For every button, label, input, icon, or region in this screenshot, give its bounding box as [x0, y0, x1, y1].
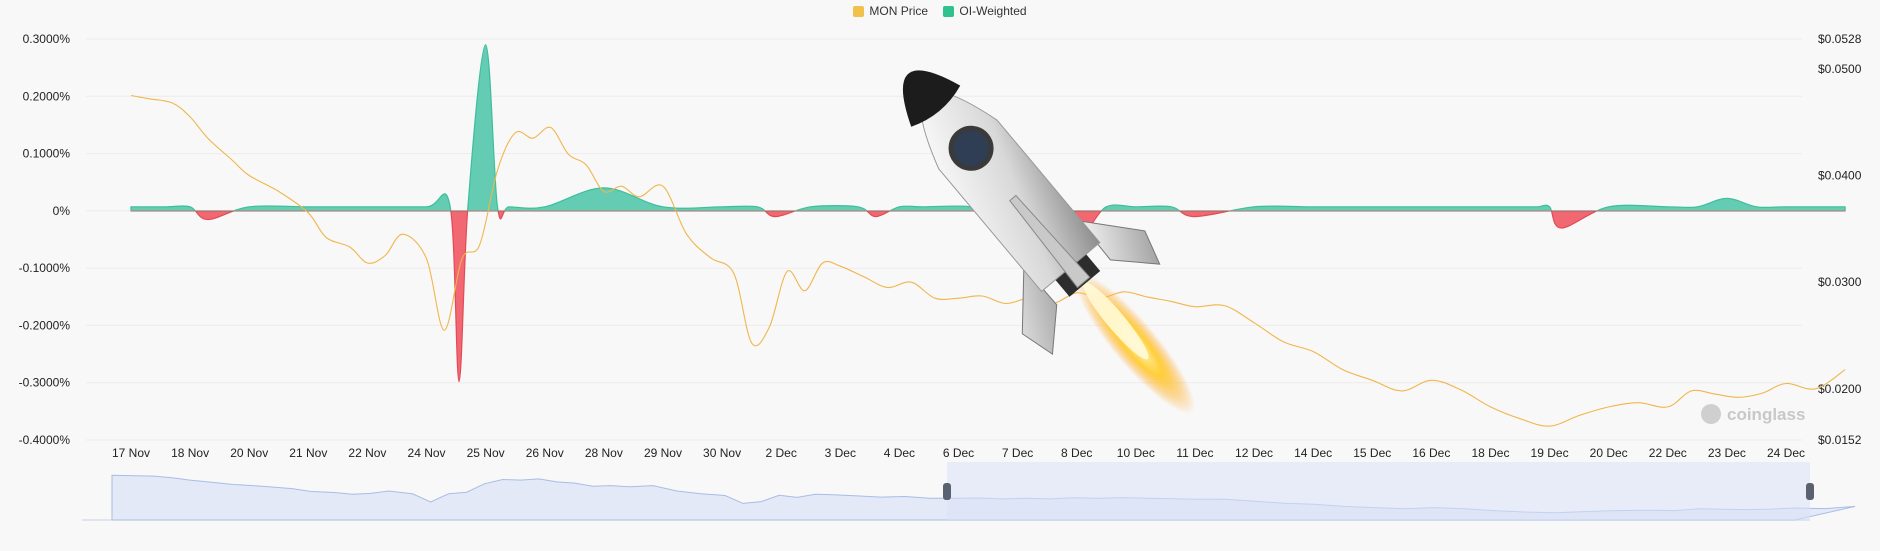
- x-axis-tick-label: 26 Nov: [526, 446, 564, 460]
- x-axis-tick-label: 10 Dec: [1117, 446, 1155, 460]
- x-axis-tick-label: 2 Dec: [765, 446, 796, 460]
- x-axis-tick-label: 4 Dec: [884, 446, 915, 460]
- right-axis-tick-label: $0.0200: [1818, 382, 1862, 396]
- coinglass-logo-icon: [1701, 404, 1721, 424]
- x-axis-tick-label: 24 Nov: [408, 446, 446, 460]
- x-axis-tick-label: 6 Dec: [943, 446, 974, 460]
- x-axis-tick-label: 19 Dec: [1531, 446, 1569, 460]
- x-axis-tick-label: 18 Nov: [171, 446, 209, 460]
- left-axis-tick-label: -0.1000%: [19, 261, 71, 275]
- x-axis-tick-label: 20 Dec: [1590, 446, 1628, 460]
- x-axis-tick-label: 3 Dec: [825, 446, 856, 460]
- left-axis-tick-label: 0%: [53, 204, 71, 218]
- right-axis-tick-label: $0.0400: [1818, 169, 1862, 183]
- left-axis-tick-label: -0.2000%: [19, 318, 71, 332]
- watermark: coinglass: [1701, 404, 1805, 424]
- right-axis-tick-label: $0.0300: [1818, 275, 1862, 289]
- x-axis-tick-label: 8 Dec: [1061, 446, 1092, 460]
- left-axis-tick-label: 0.1000%: [23, 147, 71, 161]
- x-axis-tick-label: 22 Nov: [348, 446, 386, 460]
- x-axis-tick-label: 24 Dec: [1767, 446, 1805, 460]
- x-axis-tick-label: 14 Dec: [1294, 446, 1332, 460]
- watermark-text: coinglass: [1727, 405, 1805, 424]
- x-axis-tick-label: 25 Nov: [467, 446, 505, 460]
- x-axis-tick-label: 15 Dec: [1353, 446, 1391, 460]
- navigator-selected-range: [947, 462, 1810, 520]
- left-axis-tick-label: 0.2000%: [23, 89, 71, 103]
- left-axis-tick-label: -0.3000%: [19, 376, 71, 390]
- x-axis-tick-label: 22 Dec: [1649, 446, 1687, 460]
- rocket-illustration: [902, 70, 1196, 415]
- left-axis-tick-label: 0.3000%: [23, 32, 71, 46]
- x-axis-tick-label: 17 Nov: [112, 446, 150, 460]
- x-axis-tick-label: 11 Dec: [1176, 446, 1213, 460]
- right-axis-tick-label: $0.0528: [1818, 32, 1862, 46]
- right-axis-tick-label: $0.0152: [1818, 433, 1862, 447]
- x-axis-tick-label: 7 Dec: [1002, 446, 1033, 460]
- right-axis-tick-label: $0.0500: [1818, 62, 1862, 76]
- x-axis-tick-label: 29 Nov: [644, 446, 682, 460]
- left-axis-tick-label: -0.4000%: [19, 433, 71, 447]
- x-axis: 17 Nov 18 Nov 20 Nov 21 Nov 22 Nov 24 Nov 25 N…: [112, 446, 1805, 460]
- x-axis-tick-label: 21 Nov: [289, 446, 327, 460]
- left-axis: 0.3000% 0.2000% 0.1000% 0% -0.1000% -0.2000% -…: [19, 32, 71, 447]
- navigator-handle-right[interactable]: [1806, 483, 1814, 500]
- funding-rate-chart: 0.3000% 0.2000% 0.1000% 0% -0.1000% -0.2000% -…: [19, 32, 1862, 521]
- x-axis-tick-label: 23 Dec: [1708, 446, 1746, 460]
- navigator-handle-left[interactable]: [943, 483, 951, 500]
- x-axis-tick-label: 18 Dec: [1471, 446, 1509, 460]
- x-axis-tick-label: 20 Nov: [230, 446, 268, 460]
- x-axis-tick-label: 16 Dec: [1412, 446, 1450, 460]
- x-axis-tick-label: 12 Dec: [1235, 446, 1273, 460]
- x-axis-tick-label: 30 Nov: [703, 446, 741, 460]
- navigator[interactable]: [82, 462, 1856, 521]
- x-axis-tick-label: 28 Nov: [585, 446, 623, 460]
